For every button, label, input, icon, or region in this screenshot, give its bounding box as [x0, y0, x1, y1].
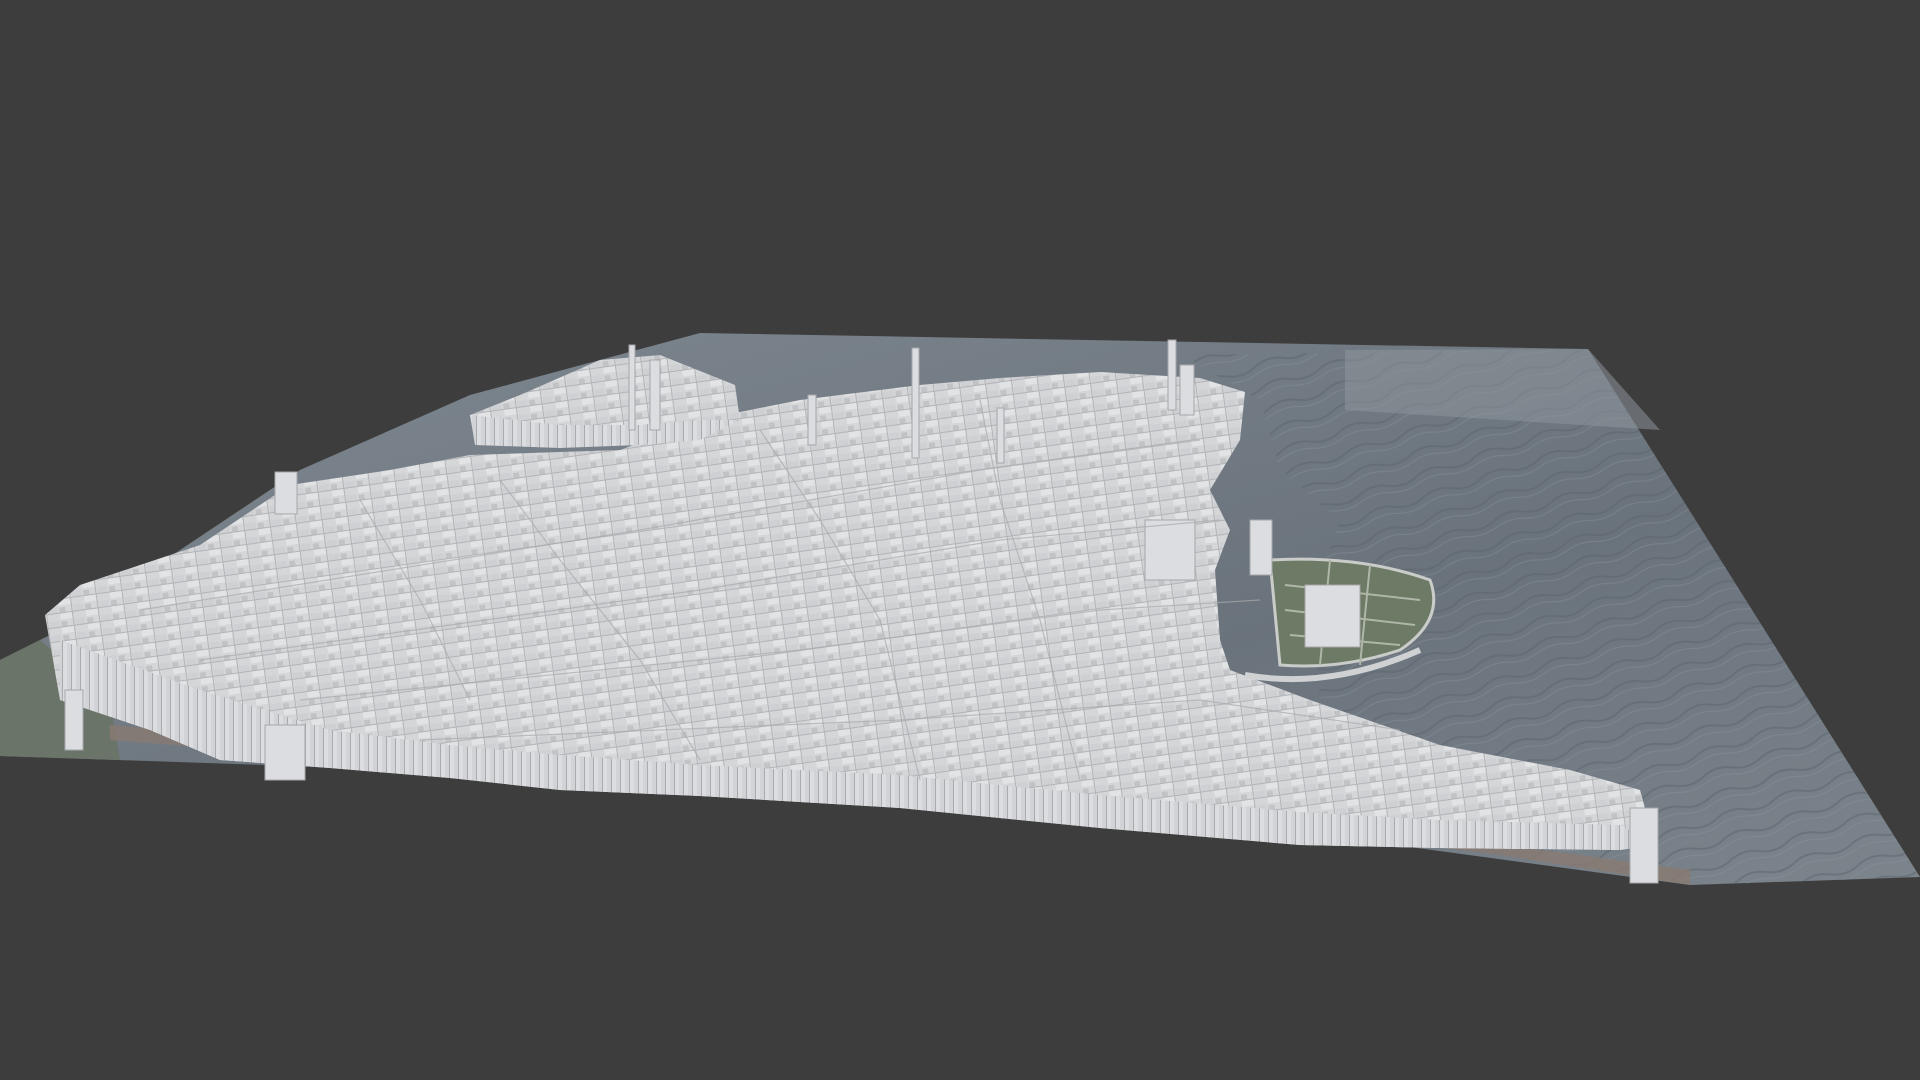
- tower-waterfront-b: [1304, 584, 1361, 648]
- tower-waterfront-a: [1249, 519, 1273, 576]
- tower-center-a: [807, 394, 817, 446]
- tower-west: [274, 471, 298, 515]
- tower-north-a: [649, 359, 661, 431]
- 3d-viewport[interactable]: [0, 0, 1920, 1080]
- tower-east-a: [1179, 364, 1195, 416]
- tower-east-spire: [1167, 339, 1177, 411]
- tower-north-spire: [628, 344, 636, 431]
- tower-front-mid: [264, 724, 306, 781]
- tower-waterfront-c: [1144, 519, 1196, 581]
- tower-center-b: [996, 407, 1005, 464]
- city-model-scene: [0, 333, 1920, 885]
- tower-center-spire: [911, 347, 920, 459]
- tower-front-right: [1629, 807, 1659, 884]
- tower-front-left: [64, 689, 84, 751]
